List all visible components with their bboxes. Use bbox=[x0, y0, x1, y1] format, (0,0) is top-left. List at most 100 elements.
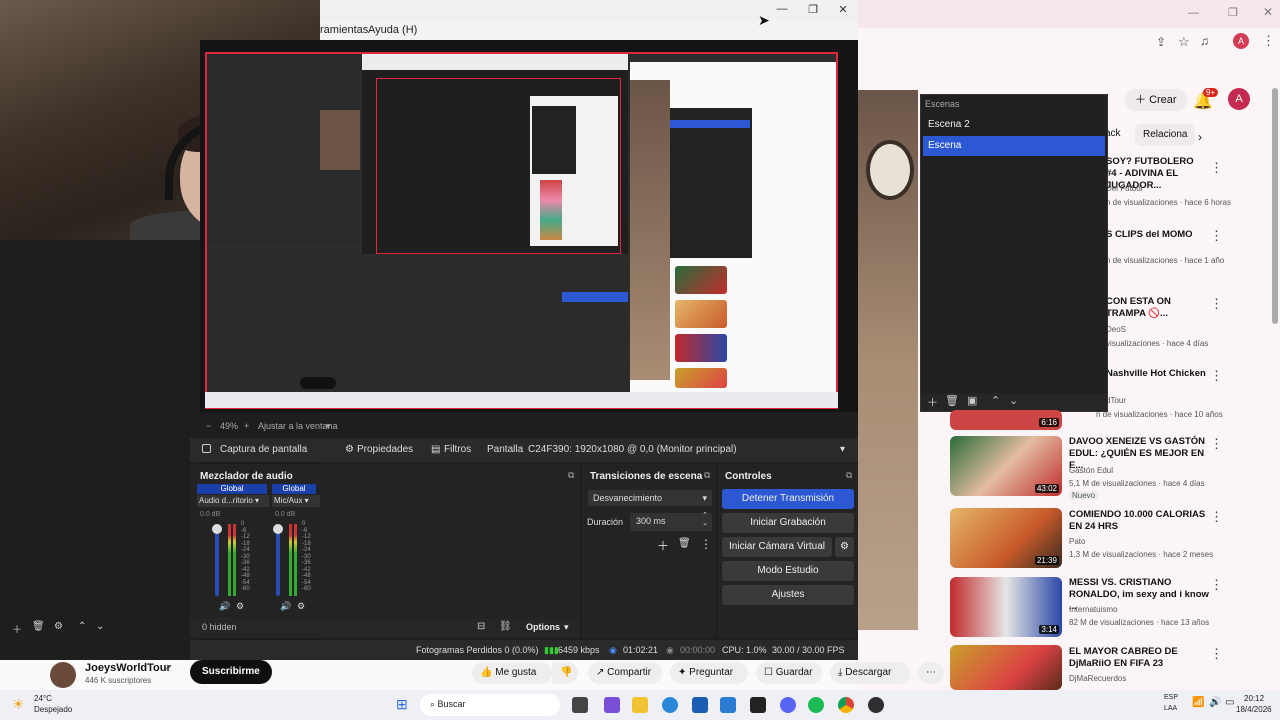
rec-partial-title[interactable]: S CLIPS del MOMO bbox=[1106, 229, 1206, 241]
undock-icon[interactable]: ⧉ bbox=[704, 470, 710, 481]
app-icon[interactable] bbox=[604, 697, 620, 713]
close-icon[interactable]: ✕ bbox=[833, 3, 853, 16]
rec-menu-icon[interactable]: ⋮ bbox=[1210, 160, 1223, 176]
save-button[interactable]: ☐ Guardar bbox=[756, 662, 822, 684]
battery-icon[interactable]: ▭ bbox=[1225, 697, 1234, 708]
move-source-up-icon[interactable]: ⌃ bbox=[78, 621, 86, 632]
filters-icon[interactable]: ▤ bbox=[431, 444, 440, 455]
move-down-icon[interactable]: ⌄ bbox=[1009, 394, 1018, 407]
filters-button[interactable]: Filtros bbox=[444, 444, 471, 455]
remove-scene-icon[interactable]: 🗑 bbox=[945, 394, 959, 407]
share-button[interactable]: ↗ Compartir bbox=[588, 662, 662, 684]
video-thumbnail[interactable]: 3:14 bbox=[950, 577, 1062, 637]
rec-partial-title[interactable]: CON ESTA ON TRAMPA 🚫... bbox=[1106, 296, 1206, 320]
zoom-dropdown-icon[interactable]: ▾ bbox=[326, 421, 331, 432]
volume-icon[interactable]: 🔊 bbox=[1209, 697, 1221, 708]
display-dropdown-icon[interactable]: ▾ bbox=[840, 444, 845, 455]
rec-menu-icon[interactable]: ⋮ bbox=[1210, 296, 1223, 312]
taskbar-search[interactable]: ⌕ Buscar bbox=[420, 694, 560, 716]
mixer-ch2-device[interactable]: Mic/Aux ▾ bbox=[272, 495, 320, 507]
media-control-icon[interactable]: ♫ bbox=[1200, 34, 1209, 48]
video-channel[interactable]: Gastón Edul bbox=[1069, 466, 1219, 475]
ask-button[interactable]: ✦ Preguntar bbox=[670, 662, 748, 684]
video-menu-icon[interactable]: ⋮ bbox=[1210, 646, 1223, 662]
app-icon[interactable] bbox=[720, 697, 736, 713]
source-settings-icon[interactable]: ⚙ bbox=[54, 621, 63, 632]
file-explorer-icon[interactable] bbox=[632, 697, 648, 713]
subscribe-button[interactable]: Suscribirme bbox=[190, 660, 272, 684]
browser-maximize-icon[interactable]: ❐ bbox=[1228, 6, 1238, 19]
studio-mode-button[interactable]: Modo Estudio bbox=[722, 561, 854, 581]
add-scene-icon[interactable]: ＋ bbox=[927, 394, 938, 410]
store-icon[interactable] bbox=[692, 697, 708, 713]
mixer-ch1-knob[interactable] bbox=[212, 524, 222, 534]
start-virtual-camera-button[interactable]: Iniciar Cámara Virtual bbox=[722, 537, 832, 557]
remove-transition-icon[interactable]: 🗑 bbox=[678, 538, 691, 549]
page-scrollbar[interactable] bbox=[1272, 88, 1278, 324]
ch1-settings-icon[interactable]: ⚙ bbox=[236, 601, 244, 612]
undock-icon[interactable]: ⧉ bbox=[846, 470, 852, 481]
scene-item[interactable]: Escena 2 bbox=[921, 115, 1107, 135]
bookmark-star-icon[interactable]: ☆ bbox=[1178, 34, 1190, 50]
edge-icon[interactable] bbox=[662, 697, 678, 713]
chip-next-icon[interactable]: › bbox=[1198, 130, 1202, 144]
ch2-speaker-icon[interactable]: 🔊 bbox=[280, 601, 291, 612]
mixer-layout-icon[interactable]: ⊟ bbox=[477, 621, 485, 632]
weather-icon[interactable]: ☀ bbox=[12, 696, 25, 713]
ch2-settings-icon[interactable]: ⚙ bbox=[297, 601, 305, 612]
yt-avatar[interactable]: A bbox=[1228, 88, 1250, 110]
like-button[interactable]: 👍 Me gusta bbox=[472, 662, 552, 684]
video-channel[interactable]: Pato bbox=[1069, 537, 1219, 546]
menu-help[interactable]: Ayuda (H) bbox=[368, 24, 417, 36]
rec-partial-title[interactable]: Nashville Hot Chicken bbox=[1106, 368, 1206, 380]
settings-button[interactable]: Ajustes bbox=[722, 585, 854, 605]
options-button[interactable]: Options bbox=[526, 622, 560, 632]
video-title[interactable]: EL MAYOR CABREO DE DjMaRiiO EN FIFA 23 bbox=[1069, 646, 1209, 670]
gear-icon[interactable]: ⚙ bbox=[345, 444, 354, 455]
minimize-icon[interactable]: — bbox=[772, 3, 792, 15]
browser-minimize-icon[interactable]: — bbox=[1188, 7, 1199, 19]
chip-related[interactable]: Relaciona bbox=[1135, 124, 1196, 146]
rec-menu-icon[interactable]: ⋮ bbox=[1210, 368, 1223, 384]
obs-icon[interactable] bbox=[868, 697, 884, 713]
mixer-ch2-knob[interactable] bbox=[273, 524, 283, 534]
browser-close-icon[interactable]: ✕ bbox=[1263, 5, 1273, 19]
remove-source-icon[interactable]: 🗑 bbox=[32, 621, 45, 632]
video-thumbnail[interactable]: 43:02 bbox=[950, 436, 1062, 496]
app-icon[interactable] bbox=[750, 697, 766, 713]
channel-avatar[interactable] bbox=[50, 662, 76, 688]
channel-name[interactable]: JoeysWorldTour bbox=[85, 662, 171, 674]
maximize-icon[interactable]: ❐ bbox=[803, 3, 823, 16]
taskview-icon[interactable] bbox=[572, 697, 588, 713]
menu-tools[interactable]: ramientas bbox=[320, 24, 368, 36]
video-channel[interactable]: Internatuismo bbox=[1069, 605, 1219, 614]
mixer-ch1-device[interactable]: Audio d...ritorio ▾ bbox=[197, 495, 269, 507]
network-icon[interactable]: 📶 bbox=[1192, 697, 1204, 708]
spotify-icon[interactable] bbox=[808, 697, 824, 713]
video-title[interactable]: COMIENDO 10.000 CALORIAS EN 24 HRS bbox=[1069, 509, 1209, 533]
video-thumbnail[interactable]: 21:39 bbox=[950, 508, 1062, 568]
virtual-camera-gear-icon[interactable]: ⚙ bbox=[835, 537, 854, 557]
options-dropdown-icon[interactable]: ▾ bbox=[564, 622, 569, 633]
language[interactable]: ESP bbox=[1164, 694, 1178, 701]
mixer-ch1-fader[interactable] bbox=[215, 524, 219, 596]
install-app-icon[interactable]: ⇪ bbox=[1156, 35, 1166, 49]
zoom-out-icon[interactable]: − bbox=[206, 421, 211, 431]
video-menu-icon[interactable]: ⋮ bbox=[1210, 577, 1223, 593]
duration-stepper[interactable]: ⌃ ⌄ bbox=[702, 512, 708, 528]
move-source-down-icon[interactable]: ⌄ bbox=[96, 621, 104, 632]
stop-stream-button[interactable]: Detener Transmisión bbox=[722, 489, 854, 509]
move-up-icon[interactable]: ⌃ bbox=[991, 394, 1000, 407]
duration-input[interactable]: 300 ms ⌃ ⌄ bbox=[630, 512, 712, 531]
video-channel[interactable]: DjMaRecuerdos bbox=[1069, 674, 1219, 683]
zoom-in-icon[interactable]: + bbox=[244, 421, 249, 431]
add-source-icon[interactable]: ＋ bbox=[12, 621, 22, 636]
scene-item-selected[interactable]: Escena bbox=[923, 136, 1105, 156]
profile-avatar[interactable]: A bbox=[1233, 33, 1249, 49]
mixer-link-icon[interactable]: ⛓ bbox=[499, 621, 512, 632]
video-thumbnail[interactable]: 6:16 bbox=[950, 410, 1062, 430]
undock-icon[interactable]: ⧉ bbox=[568, 470, 574, 481]
browser-menu-icon[interactable]: ⋮ bbox=[1262, 33, 1275, 49]
video-menu-icon[interactable]: ⋮ bbox=[1210, 436, 1223, 452]
rec-menu-icon[interactable]: ⋮ bbox=[1210, 228, 1223, 244]
